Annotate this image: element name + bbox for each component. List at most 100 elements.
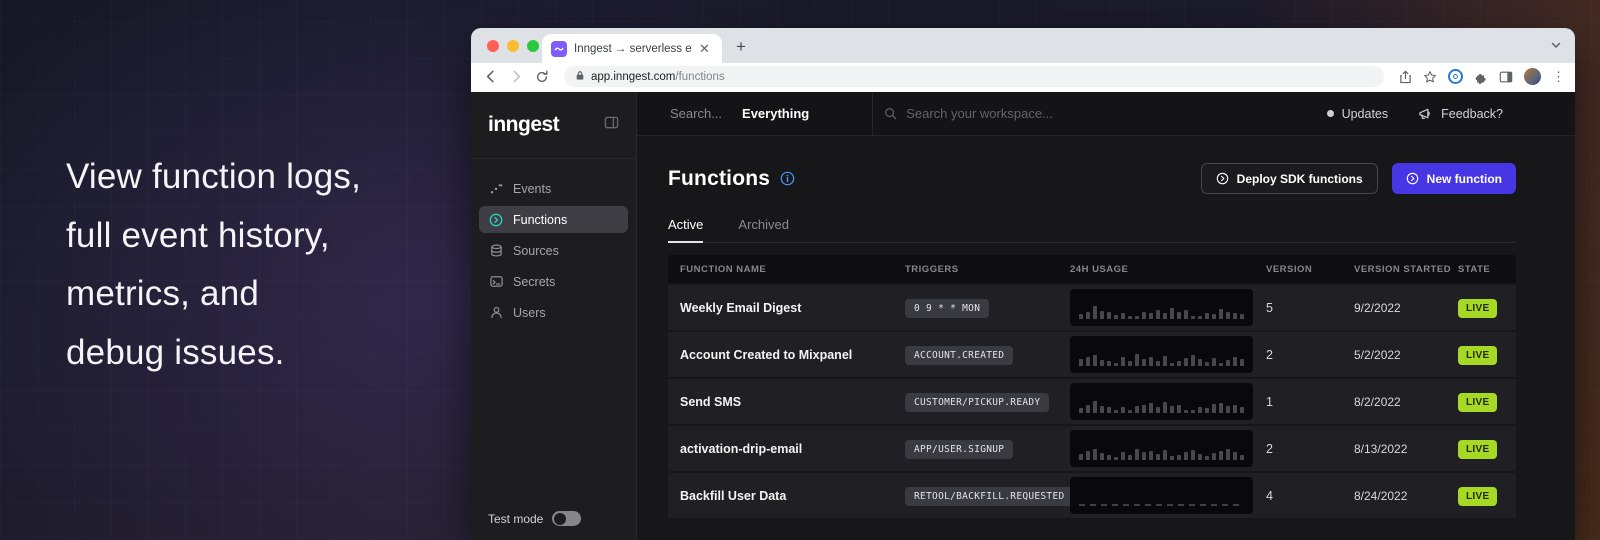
usage-bar [1100, 406, 1104, 413]
usage-bar [1149, 313, 1153, 319]
info-icon[interactable] [780, 171, 795, 186]
sidebar-item-functions[interactable]: Functions [479, 206, 628, 233]
usage-bar [1198, 454, 1202, 460]
sidebar-item-label: Functions [513, 213, 567, 227]
sidebar-item-events[interactable]: Events [479, 175, 628, 202]
new-function-button[interactable]: New function [1392, 163, 1516, 194]
usage-bar [1135, 406, 1139, 413]
usage-bar [1107, 407, 1111, 413]
usage-bar [1156, 407, 1160, 413]
version-value: 2 [1266, 348, 1354, 362]
trigger-badge: 0 9 * * MON [905, 299, 989, 318]
usage-bar [1149, 403, 1153, 413]
functions-icon [489, 213, 503, 227]
usage-bar [1191, 450, 1195, 460]
address-bar[interactable]: app.inngest.com/functions [564, 66, 1384, 87]
version-value: 1 [1266, 395, 1354, 409]
inngest-logo: inngest [488, 113, 559, 137]
minimize-window-button[interactable] [507, 40, 519, 52]
usage-bar [1156, 361, 1160, 366]
column-header: FUNCTION NAME [680, 264, 905, 275]
sidebar-item-users[interactable]: Users [479, 299, 628, 326]
new-tab-button[interactable]: + [736, 37, 746, 57]
workspace-search-input[interactable]: Search your workspace... [906, 106, 1053, 121]
lock-icon [575, 68, 585, 86]
usage-bar [1121, 452, 1125, 460]
version-started-date: 9/2/2022 [1354, 301, 1458, 315]
password-extension-icon[interactable] [1448, 69, 1463, 84]
usage-bar [1156, 454, 1160, 460]
browser-menu-icon[interactable]: ⋮ [1552, 70, 1565, 83]
sidebar-item-sources[interactable]: Sources [479, 237, 628, 264]
usage-bar [1177, 361, 1181, 366]
table-row[interactable]: Backfill User DataRETOOL/BACKFILL.REQUES… [668, 473, 1516, 518]
usage-bar [1170, 308, 1174, 319]
window-controls[interactable] [487, 40, 539, 52]
updates-link[interactable]: Updates [1342, 107, 1389, 121]
version-value: 5 [1266, 301, 1354, 315]
trigger-badge: ACCOUNT.CREATED [905, 346, 1013, 365]
usage-bar [1086, 451, 1090, 460]
usage-bar [1114, 410, 1118, 413]
tab-active[interactable]: Active [668, 217, 703, 243]
side-panel-icon[interactable] [1499, 70, 1513, 84]
column-header: 24H USAGE [1070, 264, 1266, 275]
sidebar-logo-row: inngest [471, 92, 636, 159]
sidebar-item-label: Sources [513, 244, 559, 258]
usage-bar [1226, 449, 1230, 460]
usage-sparkline-chart [1070, 336, 1253, 373]
usage-bar [1135, 354, 1139, 366]
usage-bar [1184, 310, 1188, 319]
usage-bar [1093, 449, 1097, 460]
updates-dot-icon [1327, 110, 1334, 117]
usage-sparkline-chart [1070, 430, 1253, 467]
usage-bar [1107, 361, 1111, 366]
search-scope[interactable]: Everything [742, 106, 809, 121]
usage-bar [1142, 312, 1146, 319]
back-icon[interactable] [483, 69, 498, 84]
tab-archived[interactable]: Archived [738, 217, 789, 242]
usage-bar [1163, 402, 1167, 413]
sidebar-nav: Events Functions Sources Secrets Users [471, 159, 636, 330]
extensions-puzzle-icon[interactable] [1474, 70, 1488, 84]
search-label[interactable]: Search... [670, 106, 722, 121]
usage-bar [1107, 312, 1111, 319]
sidebar-item-label: Secrets [513, 275, 555, 289]
state-badge: LIVE [1458, 487, 1497, 506]
bookmark-star-icon[interactable] [1423, 70, 1437, 84]
functions-page: Functions Deploy SDK functions New funct… [637, 136, 1575, 540]
usage-bar [1135, 449, 1139, 460]
state-badge: LIVE [1458, 440, 1497, 459]
tab-search-chevron-icon[interactable] [1550, 38, 1562, 56]
trigger-badge: CUSTOMER/PICKUP.READY [905, 393, 1049, 412]
tab-title: Inngest → serverless event-dri [574, 43, 692, 55]
close-window-button[interactable] [487, 40, 499, 52]
refresh-icon[interactable] [535, 70, 549, 84]
trigger-badge: RETOOL/BACKFILL.REQUESTED [905, 487, 1074, 506]
usage-sparkline-chart [1070, 289, 1253, 326]
table-row[interactable]: activation-drip-emailAPP/USER.SIGNUP28/1… [668, 426, 1516, 471]
browser-tab[interactable]: Inngest → serverless event-dri ✕ [542, 34, 722, 63]
usage-bar [1170, 406, 1174, 413]
usage-bar [1240, 314, 1244, 319]
sidebar-item-secrets[interactable]: Secrets [479, 268, 628, 295]
usage-bar [1135, 316, 1139, 319]
usage-bar [1107, 455, 1111, 460]
share-icon[interactable] [1399, 70, 1412, 84]
usage-bar [1205, 456, 1209, 460]
profile-avatar[interactable] [1524, 68, 1541, 85]
version-started-date: 8/24/2022 [1354, 489, 1458, 503]
collapse-sidebar-icon[interactable] [604, 115, 619, 135]
table-row[interactable]: Send SMSCUSTOMER/PICKUP.READY18/2/2022LI… [668, 379, 1516, 424]
sidebar: inngest Events Functions Sources Secrets Use… [471, 92, 637, 540]
usage-bar [1205, 313, 1209, 319]
table-row[interactable]: Weekly Email Digest0 9 * * MON59/2/2022L… [668, 285, 1516, 330]
forward-icon[interactable] [509, 69, 524, 84]
table-row[interactable]: Account Created to MixpanelACCOUNT.CREAT… [668, 332, 1516, 377]
deploy-sdk-functions-button[interactable]: Deploy SDK functions [1201, 163, 1378, 194]
tab-close-icon[interactable]: ✕ [699, 42, 710, 55]
test-mode-toggle[interactable] [552, 511, 581, 526]
maximize-window-button[interactable] [527, 40, 539, 52]
usage-bar [1079, 359, 1083, 366]
feedback-link[interactable]: Feedback? [1418, 107, 1503, 121]
